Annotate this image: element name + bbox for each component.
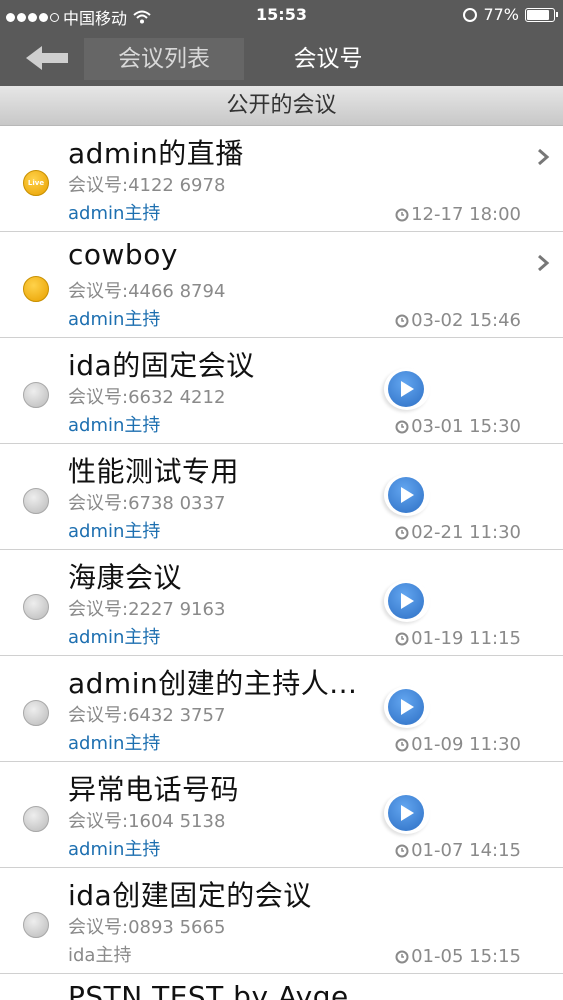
- battery-icon: [525, 7, 558, 22]
- meeting-title: ida的固定会议: [68, 349, 255, 382]
- play-button[interactable]: [384, 792, 430, 834]
- clock-icon: [395, 314, 409, 327]
- section-header-public-meetings: 公开的会议: [0, 86, 563, 126]
- idle-status-icon: [23, 382, 49, 408]
- meeting-number: 会议号:6738 0337: [68, 493, 226, 514]
- play-button[interactable]: [384, 686, 430, 728]
- list-item[interactable]: cowboy 会议号:4466 8794 admin主持 03-02 15:46: [0, 232, 563, 338]
- meeting-time: 12-17 18:00: [411, 204, 521, 225]
- meeting-time: 01-19 11:15: [411, 628, 521, 649]
- meeting-time: 01-07 14:15: [411, 840, 521, 861]
- meeting-number: 会议号:2227 9163: [68, 599, 226, 620]
- live-badge: Live: [27, 179, 45, 187]
- meeting-time: 02-21 11:30: [411, 522, 521, 543]
- meeting-title: PSTN TEST by Ayge: [68, 980, 349, 1000]
- idle-status-icon: [23, 912, 49, 938]
- list-item[interactable]: 海康会议 会议号:2227 9163 admin主持 01-19 11:15: [0, 550, 563, 656]
- idle-status-icon: [23, 700, 49, 726]
- list-item[interactable]: Live admin的直播 会议号:4122 6978 admin主持 12-1…: [0, 126, 563, 232]
- meeting-host: ida主持: [68, 945, 132, 966]
- meeting-number: 会议号:6632 4212: [68, 387, 226, 408]
- live-status-icon: [23, 276, 49, 302]
- meeting-host: admin主持: [68, 839, 161, 860]
- play-icon: [401, 381, 414, 397]
- meeting-host: admin主持: [68, 309, 161, 330]
- nav-bar: 会议列表 会议号: [0, 30, 563, 86]
- meeting-number: 会议号:1604 5138: [68, 811, 226, 832]
- play-button[interactable]: [384, 580, 430, 622]
- clock-icon: [395, 738, 409, 751]
- idle-status-icon: [23, 594, 49, 620]
- list-item[interactable]: admin创建的主持人... 会议号:6432 3757 admin主持 01-…: [0, 656, 563, 762]
- clock-icon: [395, 526, 409, 539]
- meeting-number: 会议号:6432 3757: [68, 705, 226, 726]
- status-bar: 中国移动 15:53 77%: [0, 0, 563, 30]
- meeting-title: admin创建的主持人...: [68, 667, 358, 700]
- meeting-list: Live admin的直播 会议号:4122 6978 admin主持 12-1…: [0, 126, 563, 1000]
- list-item[interactable]: 性能测试专用 会议号:6738 0337 admin主持 02-21 11:30: [0, 444, 563, 550]
- list-item[interactable]: 异常电话号码 会议号:1604 5138 admin主持 01-07 14:15: [0, 762, 563, 868]
- meeting-number: 会议号:4466 8794: [68, 281, 226, 302]
- meeting-number: 会议号:4122 6978: [68, 175, 226, 196]
- play-icon: [401, 487, 414, 503]
- chevron-right-icon[interactable]: [535, 146, 551, 168]
- clock-icon: [395, 208, 409, 221]
- meeting-number: 会议号:0893 5665: [68, 917, 226, 938]
- meeting-time: 03-01 15:30: [411, 416, 521, 437]
- meeting-host: admin主持: [68, 627, 161, 648]
- live-status-icon: Live: [23, 170, 49, 196]
- play-button[interactable]: [384, 368, 430, 410]
- idle-status-icon: [23, 806, 49, 832]
- back-arrow-icon[interactable]: [22, 42, 72, 74]
- meeting-time: 03-02 15:46: [411, 310, 521, 331]
- tab-meeting-list[interactable]: 会议列表: [84, 38, 244, 80]
- tab-meeting-number[interactable]: 会议号: [248, 38, 408, 80]
- list-item[interactable]: ida的固定会议 会议号:6632 4212 admin主持 03-01 15:…: [0, 338, 563, 444]
- chevron-right-icon[interactable]: [535, 252, 551, 274]
- alarm-icon: [463, 7, 478, 22]
- clock-icon: [395, 950, 409, 963]
- meeting-title: ida创建固定的会议: [68, 879, 312, 912]
- play-icon: [401, 699, 414, 715]
- meeting-title: admin的直播: [68, 137, 244, 170]
- list-item[interactable]: ida创建固定的会议 会议号:0893 5665 ida主持 01-05 15:…: [0, 868, 563, 974]
- list-item[interactable]: PSTN TEST by Ayge: [0, 974, 563, 1000]
- play-icon: [401, 593, 414, 609]
- play-icon: [401, 805, 414, 821]
- meeting-host: admin主持: [68, 203, 161, 224]
- meeting-host: admin主持: [68, 415, 161, 436]
- meeting-host: admin主持: [68, 733, 161, 754]
- clock-icon: [395, 420, 409, 433]
- meeting-title: 异常电话号码: [68, 773, 240, 806]
- play-button[interactable]: [384, 474, 430, 516]
- idle-status-icon: [23, 488, 49, 514]
- meeting-title: 海康会议: [68, 561, 183, 594]
- meeting-title: 性能测试专用: [68, 455, 240, 488]
- clock-icon: [395, 844, 409, 857]
- meeting-time: 01-05 15:15: [411, 946, 521, 967]
- battery-percent: 77%: [483, 5, 519, 24]
- meeting-host: admin主持: [68, 521, 161, 542]
- clock-icon: [395, 632, 409, 645]
- meeting-title: cowboy: [68, 238, 178, 271]
- meeting-time: 01-09 11:30: [411, 734, 521, 755]
